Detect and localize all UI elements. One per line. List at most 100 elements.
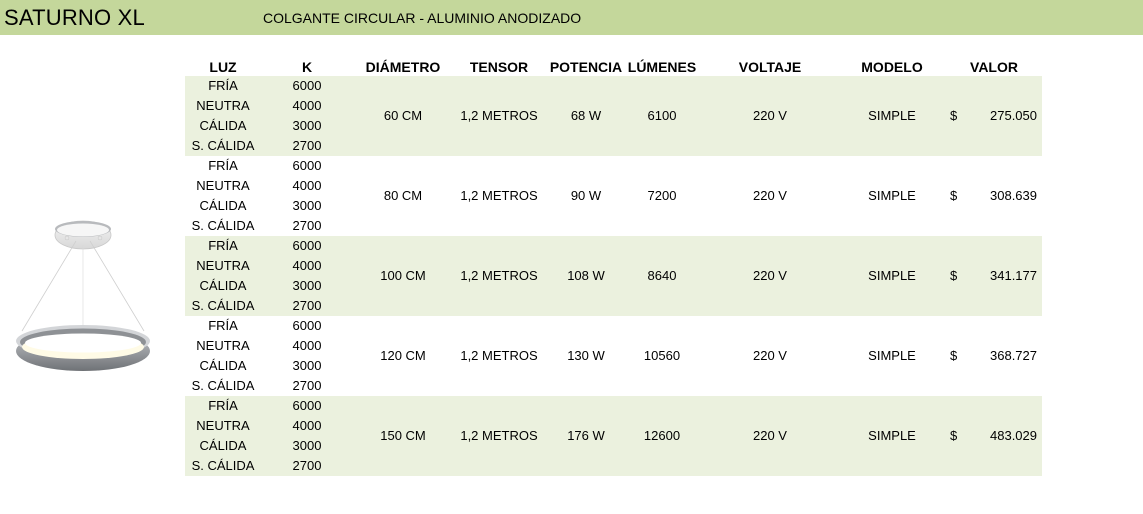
color-temperature: 2700 xyxy=(292,298,322,313)
voltage-cell: 220 V xyxy=(753,348,787,363)
price-cell: 308.639 xyxy=(990,188,1037,203)
product-title: SATURNO XL xyxy=(4,5,145,30)
power-cell: 176 W xyxy=(567,428,605,443)
color-temperature: 4000 xyxy=(292,98,322,113)
currency-symbol: $ xyxy=(950,188,958,203)
voltage-cell: 220 V xyxy=(753,268,787,283)
column-header-voltaje: VOLTAJE xyxy=(738,59,802,75)
lumens-cell: 12600 xyxy=(643,428,681,443)
model-cell: SIMPLE xyxy=(868,108,916,123)
price-cell: 341.177 xyxy=(990,268,1037,283)
table-row: FRÍA 6000 NEUTRA 4000 CÁLIDA 3000 S. CÁL… xyxy=(185,236,1042,316)
color-temperature: 6000 xyxy=(292,238,322,253)
light-type: FRÍA xyxy=(208,238,238,253)
column-header-lumenes: LÚMENES xyxy=(627,59,697,75)
light-type: NEUTRA xyxy=(196,418,250,433)
column-header-modelo: MODELO xyxy=(861,59,923,75)
pendant-lamp-image xyxy=(16,220,150,371)
price-table: FRÍA 6000 NEUTRA 4000 CÁLIDA 3000 S. CÁL… xyxy=(185,76,1042,476)
color-temperature: 3000 xyxy=(292,118,322,133)
power-cell: 108 W xyxy=(567,268,605,283)
light-type: CÁLIDA xyxy=(199,438,247,453)
color-temperature: 3000 xyxy=(292,278,322,293)
price-cell: 368.727 xyxy=(990,348,1037,363)
light-type: NEUTRA xyxy=(196,178,250,193)
tensor-cell: 1,2 METROS xyxy=(460,268,538,283)
lumens-cell: 6100 xyxy=(647,108,677,123)
color-temperature: 3000 xyxy=(292,438,322,453)
light-type: FRÍA xyxy=(208,318,238,333)
column-header-k: K xyxy=(301,59,313,75)
table-row: FRÍA 6000 NEUTRA 4000 CÁLIDA 3000 S. CÁL… xyxy=(185,316,1042,396)
model-cell: SIMPLE xyxy=(868,428,916,443)
model-cell: SIMPLE xyxy=(868,348,916,363)
diameter-cell: 150 CM xyxy=(380,428,426,443)
model-cell: SIMPLE xyxy=(868,188,916,203)
column-header-valor: VALOR xyxy=(970,59,1018,75)
column-header-tensor: TENSOR xyxy=(469,59,529,75)
price-cell: 275.050 xyxy=(990,108,1037,123)
color-temperature: 4000 xyxy=(292,258,322,273)
voltage-cell: 220 V xyxy=(753,428,787,443)
color-temperature: 2700 xyxy=(292,378,322,393)
lumens-cell: 8640 xyxy=(647,268,677,283)
tensor-cell: 1,2 METROS xyxy=(460,428,538,443)
power-cell: 90 W xyxy=(570,188,602,203)
product-subtitle: COLGANTE CIRCULAR - ALUMINIO ANODIZADO xyxy=(263,10,582,26)
color-temperature: 2700 xyxy=(292,218,322,233)
color-temperature: 3000 xyxy=(292,198,322,213)
column-header-luz: LUZ xyxy=(209,59,237,75)
voltage-cell: 220 V xyxy=(753,108,787,123)
light-type: FRÍA xyxy=(208,398,238,413)
light-type: NEUTRA xyxy=(196,258,250,273)
currency-symbol: $ xyxy=(950,268,958,283)
currency-symbol: $ xyxy=(950,428,958,443)
light-type: CÁLIDA xyxy=(199,198,247,213)
power-cell: 130 W xyxy=(567,348,605,363)
color-temperature: 6000 xyxy=(292,318,322,333)
diameter-cell: 120 CM xyxy=(380,348,426,363)
light-type: NEUTRA xyxy=(196,338,250,353)
model-cell: SIMPLE xyxy=(868,268,916,283)
light-type: CÁLIDA xyxy=(199,278,247,293)
tensor-cell: 1,2 METROS xyxy=(460,108,538,123)
color-temperature: 2700 xyxy=(292,458,322,473)
table-header: LUZ K DIÁMETRO TENSOR POTENCIA LÚMENES V… xyxy=(0,58,1143,76)
color-temperature: 4000 xyxy=(292,178,322,193)
light-type: CÁLIDA xyxy=(199,358,247,373)
column-header-diametro: DIÁMETRO xyxy=(365,59,441,75)
light-type: S. CÁLIDA xyxy=(191,218,255,233)
tensor-cell: 1,2 METROS xyxy=(460,348,538,363)
light-type: S. CÁLIDA xyxy=(191,458,255,473)
title-banner: SATURNO XL COLGANTE CIRCULAR - ALUMINIO … xyxy=(0,0,1143,35)
lumens-cell: 7200 xyxy=(647,188,677,203)
tensor-cell: 1,2 METROS xyxy=(460,188,538,203)
diameter-cell: 100 CM xyxy=(380,268,426,283)
color-temperature: 3000 xyxy=(292,358,322,373)
light-type: CÁLIDA xyxy=(199,118,247,133)
table-row: FRÍA 6000 NEUTRA 4000 CÁLIDA 3000 S. CÁL… xyxy=(185,76,1042,156)
light-type: S. CÁLIDA xyxy=(191,298,255,313)
power-cell: 68 W xyxy=(570,108,602,123)
color-temperature: 6000 xyxy=(292,398,322,413)
color-temperature: 6000 xyxy=(292,78,322,93)
table-row: FRÍA 6000 NEUTRA 4000 CÁLIDA 3000 S. CÁL… xyxy=(185,396,1042,476)
price-cell: 483.029 xyxy=(990,428,1037,443)
voltage-cell: 220 V xyxy=(753,188,787,203)
currency-symbol: $ xyxy=(950,348,958,363)
color-temperature: 2700 xyxy=(292,138,322,153)
table-row: FRÍA 6000 NEUTRA 4000 CÁLIDA 3000 S. CÁL… xyxy=(185,156,1042,236)
column-header-potencia: POTENCIA xyxy=(549,59,623,75)
color-temperature: 4000 xyxy=(292,418,322,433)
light-type: S. CÁLIDA xyxy=(191,138,255,153)
diameter-cell: 60 CM xyxy=(383,108,423,123)
color-temperature: 6000 xyxy=(292,158,322,173)
color-temperature: 4000 xyxy=(292,338,322,353)
diameter-cell: 80 CM xyxy=(383,188,423,203)
light-type: FRÍA xyxy=(208,158,238,173)
currency-symbol: $ xyxy=(950,108,958,123)
light-type: S. CÁLIDA xyxy=(191,378,255,393)
lumens-cell: 10560 xyxy=(643,348,681,363)
light-type: NEUTRA xyxy=(196,98,250,113)
light-type: FRÍA xyxy=(208,78,238,93)
